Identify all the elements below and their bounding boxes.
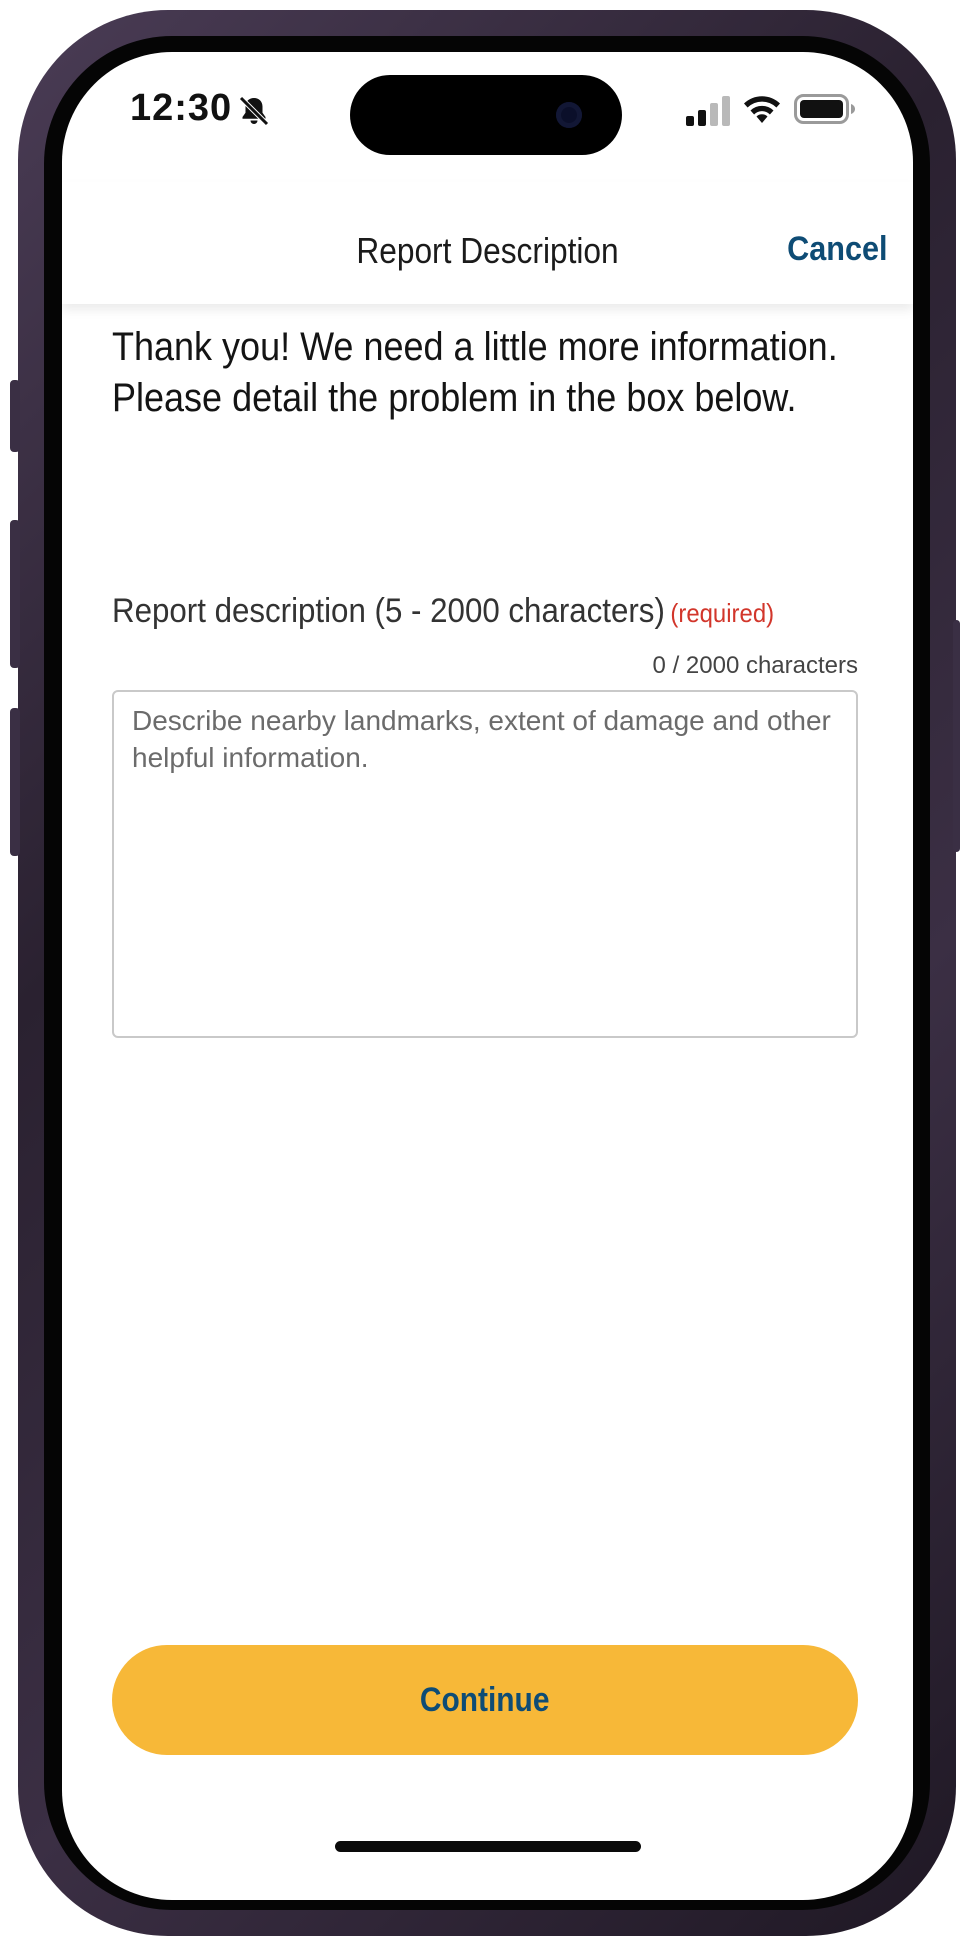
report-form: Thank you! We need a little more informa… bbox=[112, 322, 872, 1038]
character-counter: 0 / 2000 characters bbox=[652, 652, 858, 679]
page-title: Report Description bbox=[356, 230, 619, 271]
required-tag: (required) bbox=[670, 598, 775, 628]
navigation-bar: Report Description Cancel bbox=[62, 182, 913, 304]
wifi-icon bbox=[744, 96, 780, 123]
camera-icon bbox=[556, 102, 582, 128]
bell-slash-icon bbox=[239, 96, 269, 126]
description-box bbox=[112, 690, 858, 1038]
home-indicator[interactable] bbox=[335, 1841, 641, 1852]
volume-down-button bbox=[10, 708, 20, 856]
cancel-button[interactable]: Cancel bbox=[787, 230, 887, 269]
continue-button-label: Continue bbox=[420, 1680, 550, 1719]
description-textarea[interactable] bbox=[132, 702, 838, 1026]
battery-icon bbox=[794, 94, 855, 124]
action-button bbox=[10, 380, 20, 452]
continue-button[interactable]: Continue bbox=[112, 1645, 858, 1755]
cellular-signal-icon bbox=[686, 96, 730, 126]
description-label-text: Report description (5 - 2000 characters) bbox=[112, 592, 665, 630]
phone-screen: 12:30 Report Description Cancel Thank yo… bbox=[62, 52, 913, 1900]
description-label: Report description (5 - 2000 characters)… bbox=[112, 592, 774, 631]
power-button bbox=[953, 620, 960, 852]
dynamic-island bbox=[350, 75, 622, 155]
intro-text: Thank you! We need a little more informa… bbox=[112, 325, 838, 420]
status-time: 12:30 bbox=[130, 87, 233, 129]
volume-up-button bbox=[10, 520, 20, 668]
